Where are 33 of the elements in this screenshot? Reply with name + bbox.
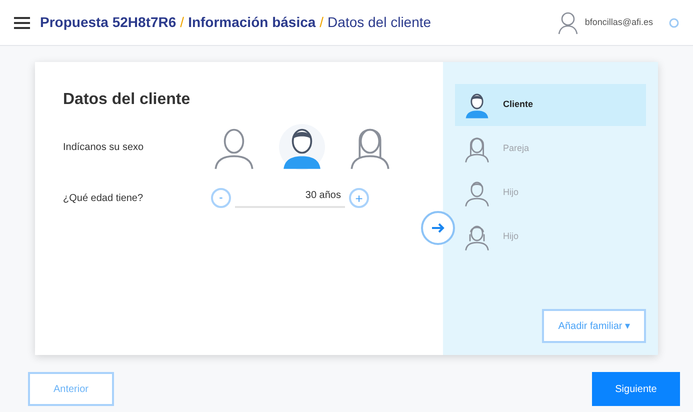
member-label: Hijo bbox=[503, 186, 519, 200]
next-arrow-button[interactable] bbox=[421, 211, 455, 245]
age-value: 30 años bbox=[235, 188, 345, 208]
user-email: bfoncillas@afi.es bbox=[584, 16, 653, 29]
breadcrumb-separator: / bbox=[180, 13, 184, 32]
sex-label: Indícanos su sexo bbox=[63, 140, 145, 154]
breadcrumb-link[interactable]: Datos del cliente bbox=[328, 12, 432, 33]
person-icon bbox=[463, 223, 491, 251]
status-icon bbox=[669, 18, 679, 28]
family-member-item[interactable]: Hijo bbox=[455, 216, 646, 258]
add-family-button[interactable]: Añadir familiar ▾ bbox=[542, 309, 646, 343]
member-label: Cliente bbox=[503, 98, 534, 112]
user-icon bbox=[556, 10, 579, 34]
family-member-item[interactable]: Hijo bbox=[455, 172, 646, 214]
breadcrumb-link[interactable]: Propuesta 52H8t7R6 bbox=[40, 12, 176, 33]
family-member-item[interactable]: Cliente bbox=[455, 84, 646, 126]
menu-icon[interactable] bbox=[14, 16, 30, 30]
section-title: Datos del cliente bbox=[63, 90, 192, 110]
arrow-right-icon bbox=[431, 222, 445, 234]
person-icon bbox=[463, 135, 491, 163]
member-label: Pareja bbox=[503, 142, 530, 156]
person-icon bbox=[463, 179, 491, 207]
family-member-item[interactable]: Pareja bbox=[455, 128, 646, 170]
breadcrumb-link[interactable]: Información básica bbox=[188, 12, 316, 33]
previous-button[interactable]: Anterior bbox=[28, 372, 114, 406]
next-button[interactable]: Siguiente bbox=[592, 372, 680, 406]
decrement-button[interactable]: - bbox=[211, 188, 231, 208]
age-label: ¿Qué edad tiene? bbox=[63, 192, 144, 206]
breadcrumb-separator: / bbox=[320, 13, 324, 32]
sex-option[interactable] bbox=[279, 124, 325, 170]
member-label: Hijo bbox=[503, 230, 519, 244]
person-icon bbox=[463, 91, 491, 119]
increment-button[interactable]: + bbox=[349, 188, 369, 208]
